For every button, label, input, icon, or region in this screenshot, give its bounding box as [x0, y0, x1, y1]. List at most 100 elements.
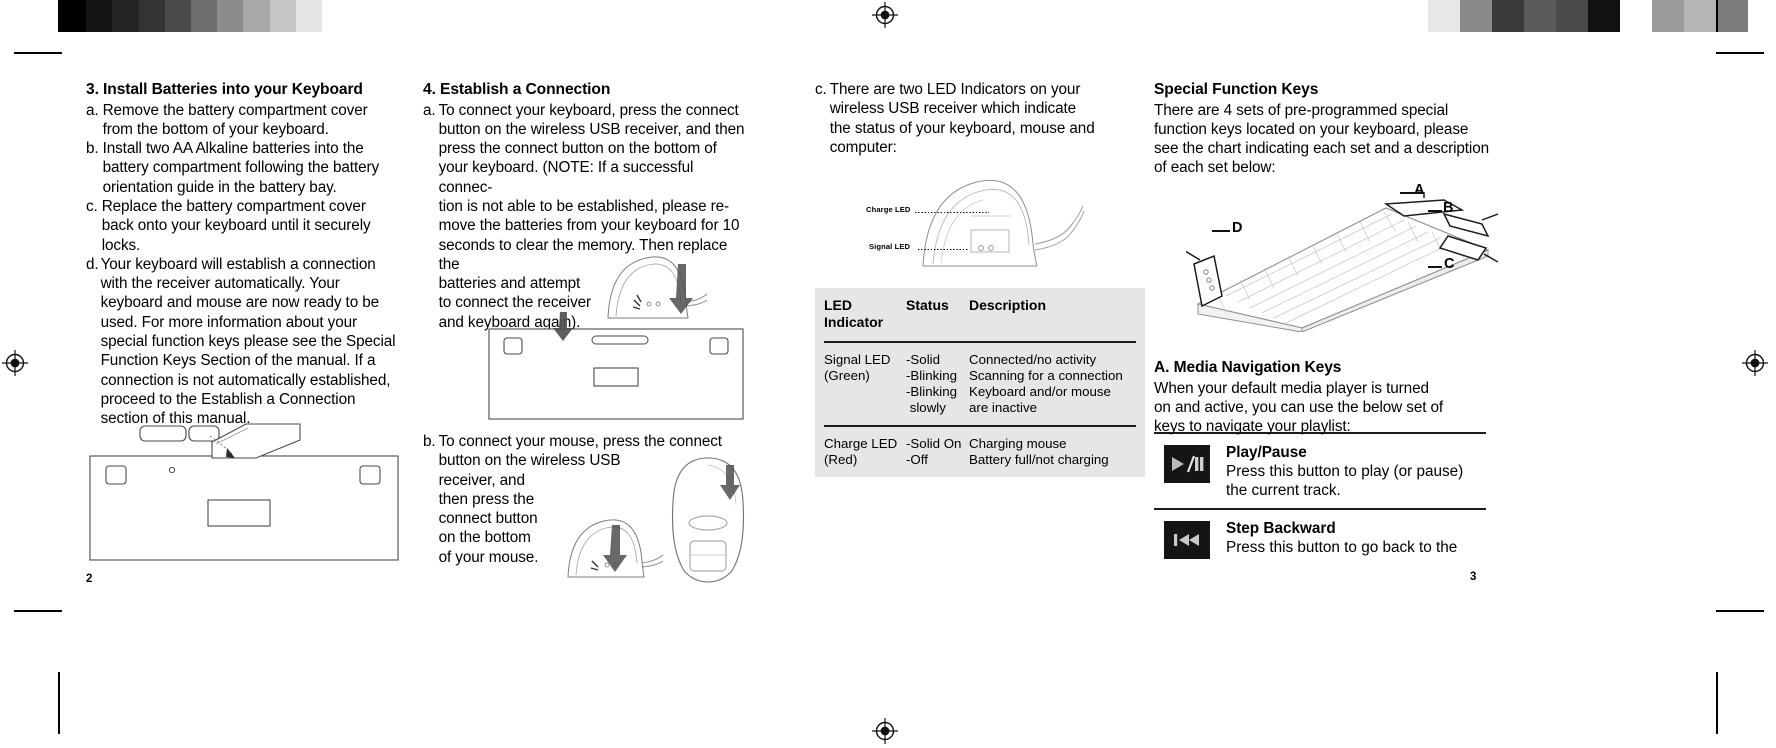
- cell-line: Connected/no activity: [969, 351, 1097, 367]
- cell-line: slowly: [906, 400, 946, 416]
- line: of your mouse.: [438, 548, 539, 566]
- line: press the connect button on the bottom o…: [438, 140, 717, 158]
- line: tion is not able to be established, plea…: [438, 197, 730, 215]
- media-key-title: Play/Pause: [1226, 443, 1307, 461]
- list-item-text: Install two AA Alkaline batteries into t…: [102, 140, 380, 196]
- table-header-status: Status: [906, 297, 949, 313]
- line: then press the: [438, 490, 535, 508]
- cell-description: Charging mouse Battery full/not charging: [969, 436, 1145, 468]
- cell-line: (Green): [824, 367, 870, 383]
- registration-target-icon-bottom: [872, 718, 898, 744]
- line: computer:: [829, 138, 897, 156]
- cell-line: -Blinking: [906, 367, 957, 383]
- cell-line: Charging mouse: [969, 435, 1067, 451]
- line: to connect the receiver: [438, 294, 592, 312]
- callout-label-signal-led: Signal LED: [869, 242, 911, 251]
- mouse-bottom-illustration: [668, 455, 748, 583]
- cell-line: -Solid: [906, 351, 940, 367]
- list-marker: c.: [815, 81, 827, 98]
- cell-status: -Solid On -Off: [906, 436, 969, 468]
- cell-line: -Blinking: [906, 383, 957, 399]
- section-heading-establish-connection: 4. Establish a Connection: [423, 81, 611, 98]
- line: To connect your keyboard, press the conn…: [438, 101, 739, 119]
- line: button on the wireless USB: [438, 452, 621, 470]
- list-item-text: Remove the battery compartment cover fro…: [102, 101, 368, 138]
- line: move the batteries from your keyboard fo…: [438, 217, 740, 235]
- cell-line: Keyboard and/or mouse: [969, 383, 1111, 399]
- color-calibration-bar-right: [1428, 0, 1748, 32]
- list-item: c. Replace the battery compartment cover…: [86, 197, 400, 255]
- table-row: Signal LED (Green) -Solid -Blinking -Bli…: [815, 343, 1145, 426]
- list-marker: a.: [423, 101, 436, 119]
- cell-line: Signal LED: [824, 351, 891, 367]
- cell-line: Scanning for a connection: [969, 367, 1123, 383]
- trim-mark-left-top: [58, 0, 60, 32]
- callout-label-charge-led: Charge LED: [866, 205, 911, 214]
- page-number-right: 3: [1470, 571, 1477, 583]
- media-key-text: Step Backward Press this button to go ba…: [1226, 519, 1486, 558]
- line: connect button: [438, 510, 538, 528]
- media-key-row-step-backward: Step Backward Press this button to go ba…: [1154, 510, 1486, 567]
- line: the status of your keyboard, mouse and: [829, 119, 1095, 137]
- list-item: a. Remove the battery compartment cover …: [86, 101, 400, 140]
- keyboard-callout-d: D: [1232, 220, 1243, 236]
- keyboard-leader-b: [1428, 210, 1442, 212]
- line: function keys located on your keyboard, …: [1154, 120, 1469, 138]
- trim-mark-right-top: [1716, 0, 1718, 32]
- table-header-description: Description: [969, 297, 1047, 313]
- registration-target-icon-left: [2, 350, 28, 376]
- cell-line: Battery full/not charging: [969, 452, 1109, 468]
- cell-line: -Solid On: [906, 435, 962, 451]
- keyboard-callout-a: A: [1414, 182, 1425, 198]
- cell-description: Connected/no activity Scanning for a con…: [969, 352, 1145, 417]
- media-key-list: Play/Pause Press this button to play (or…: [1154, 432, 1486, 567]
- cell-line: -Off: [906, 452, 928, 468]
- page-number-left: 2: [86, 573, 93, 585]
- line: on the bottom: [438, 529, 531, 547]
- callout-leader-signal-led: [918, 249, 968, 250]
- line: receiver, and: [438, 471, 525, 489]
- crop-mark-bl: [14, 610, 62, 612]
- usb-receiver-connect-button-illustration: [600, 240, 710, 328]
- cell-indicator: Charge LED (Red): [824, 436, 906, 468]
- cell-line: Charge LED: [824, 435, 898, 451]
- cell-status: -Solid -Blinking -Blinking slowly: [906, 352, 969, 417]
- keyboard-bottom-illustration: [88, 418, 400, 563]
- list-marker: c.: [86, 197, 98, 215]
- media-key-title: Step Backward: [1226, 520, 1336, 538]
- line: button on the wireless USB receiver, and…: [438, 120, 745, 138]
- usb-receiver-led-diagram: [905, 162, 1085, 280]
- step-backward-icon: [1164, 521, 1210, 560]
- list-item: d. Your keyboard will establish a connec…: [86, 255, 400, 429]
- column-special-function-keys: Special Function Keys There are 4 sets o…: [1154, 80, 1496, 178]
- header-line: Indicator: [824, 313, 884, 330]
- play-pause-icon: [1164, 444, 1210, 483]
- line: There are two LED Indicators on your: [829, 81, 1081, 98]
- keyboard-callout-b: B: [1443, 200, 1454, 216]
- section-heading-install-batteries: 3. Install Batteries into your Keyboard: [86, 81, 363, 98]
- table-row: Charge LED (Red) -Solid On -Off Charging…: [815, 427, 1145, 477]
- list-item: b. Install two AA Alkaline batteries int…: [86, 139, 400, 197]
- keyboard-callout-c: C: [1444, 256, 1455, 272]
- cell-line: (Red): [824, 452, 858, 468]
- section-heading-special-function-keys: Special Function Keys: [1154, 81, 1319, 98]
- list-marker: d.: [86, 255, 99, 273]
- callout-leader-charge-led: [915, 212, 989, 213]
- color-calibration-bar-left: [58, 0, 349, 32]
- line: To connect your mouse, press the connect: [438, 433, 723, 450]
- keyboard-leader-a: [1400, 192, 1424, 194]
- trim-mark-right-bottom: [1716, 672, 1718, 734]
- list-item-step-c: c. There are two LED Indicators on your …: [815, 80, 1145, 157]
- list-item-text: There are two LED Indicators on your wir…: [827, 80, 1145, 157]
- line: of each set below:: [1154, 159, 1276, 177]
- keyboard-connect-arrow-icon: [548, 312, 582, 342]
- table-header-led-indicator: LED Indicator: [824, 297, 906, 330]
- line: When your default media player is turned: [1154, 379, 1429, 397]
- trim-mark-left-bottom: [58, 672, 60, 734]
- special-function-intro: There are 4 sets of pre-programmed speci…: [1154, 101, 1496, 178]
- line: Press this button to go back to the: [1226, 539, 1458, 557]
- crop-mark-br: [1716, 610, 1764, 612]
- line: Press this button to play (or pause): [1226, 462, 1464, 480]
- column-install-batteries: 3. Install Batteries into your Keyboard …: [86, 80, 400, 429]
- list-marker: a.: [86, 101, 99, 119]
